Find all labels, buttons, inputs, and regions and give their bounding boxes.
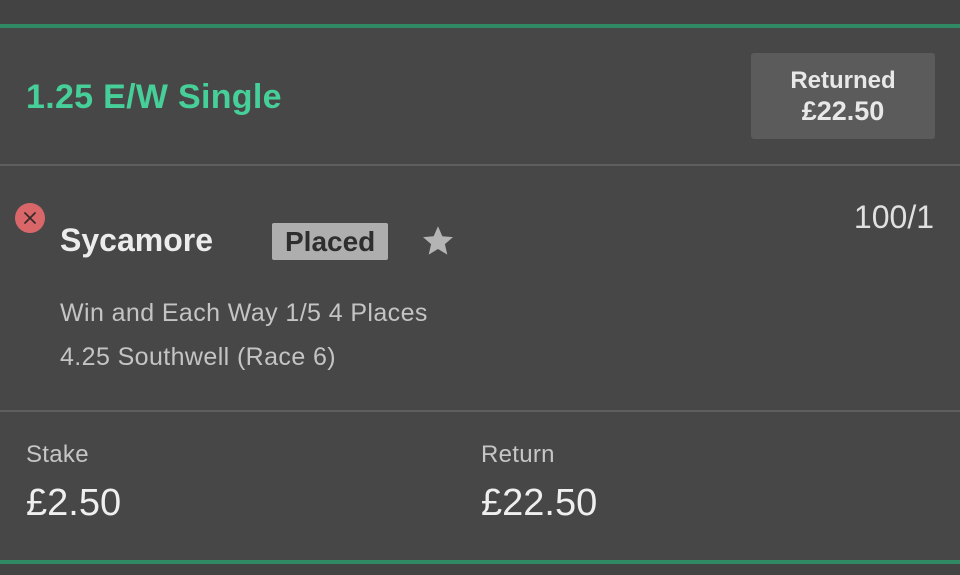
stake-value: £2.50 (26, 482, 122, 524)
returned-status-box: Returned £22.50 (751, 53, 935, 139)
event-description: 4.25 Southwell (Race 6) (60, 343, 337, 371)
return-value: £22.50 (481, 482, 598, 524)
star-icon[interactable] (420, 223, 456, 259)
bet-header: 1.25 E/W Single Returned £22.50 (0, 28, 960, 164)
market-description: Win and Each Way 1/5 4 Places (60, 299, 428, 327)
returned-amount: £22.50 (801, 96, 885, 126)
bet-summary: Stake £2.50 Return £22.50 (0, 412, 960, 560)
selection-row: Sycamore Placed 100/1 Win and Each Way 1… (0, 166, 960, 410)
bet-receipt: 1.25 E/W Single Returned £22.50 Sycamore… (0, 0, 960, 575)
placed-badge: Placed (272, 223, 389, 260)
stake-label: Stake (26, 441, 89, 468)
bottom-strip (0, 564, 960, 575)
return-label: Return (481, 441, 555, 468)
returned-label: Returned (790, 67, 896, 94)
odds: 100/1 (853, 199, 934, 235)
close-icon-glyph (24, 212, 36, 224)
runner-name: Sycamore (60, 222, 213, 258)
top-strip (0, 0, 960, 24)
close-icon[interactable] (15, 203, 45, 233)
bet-title: 1.25 E/W Single (26, 78, 282, 116)
